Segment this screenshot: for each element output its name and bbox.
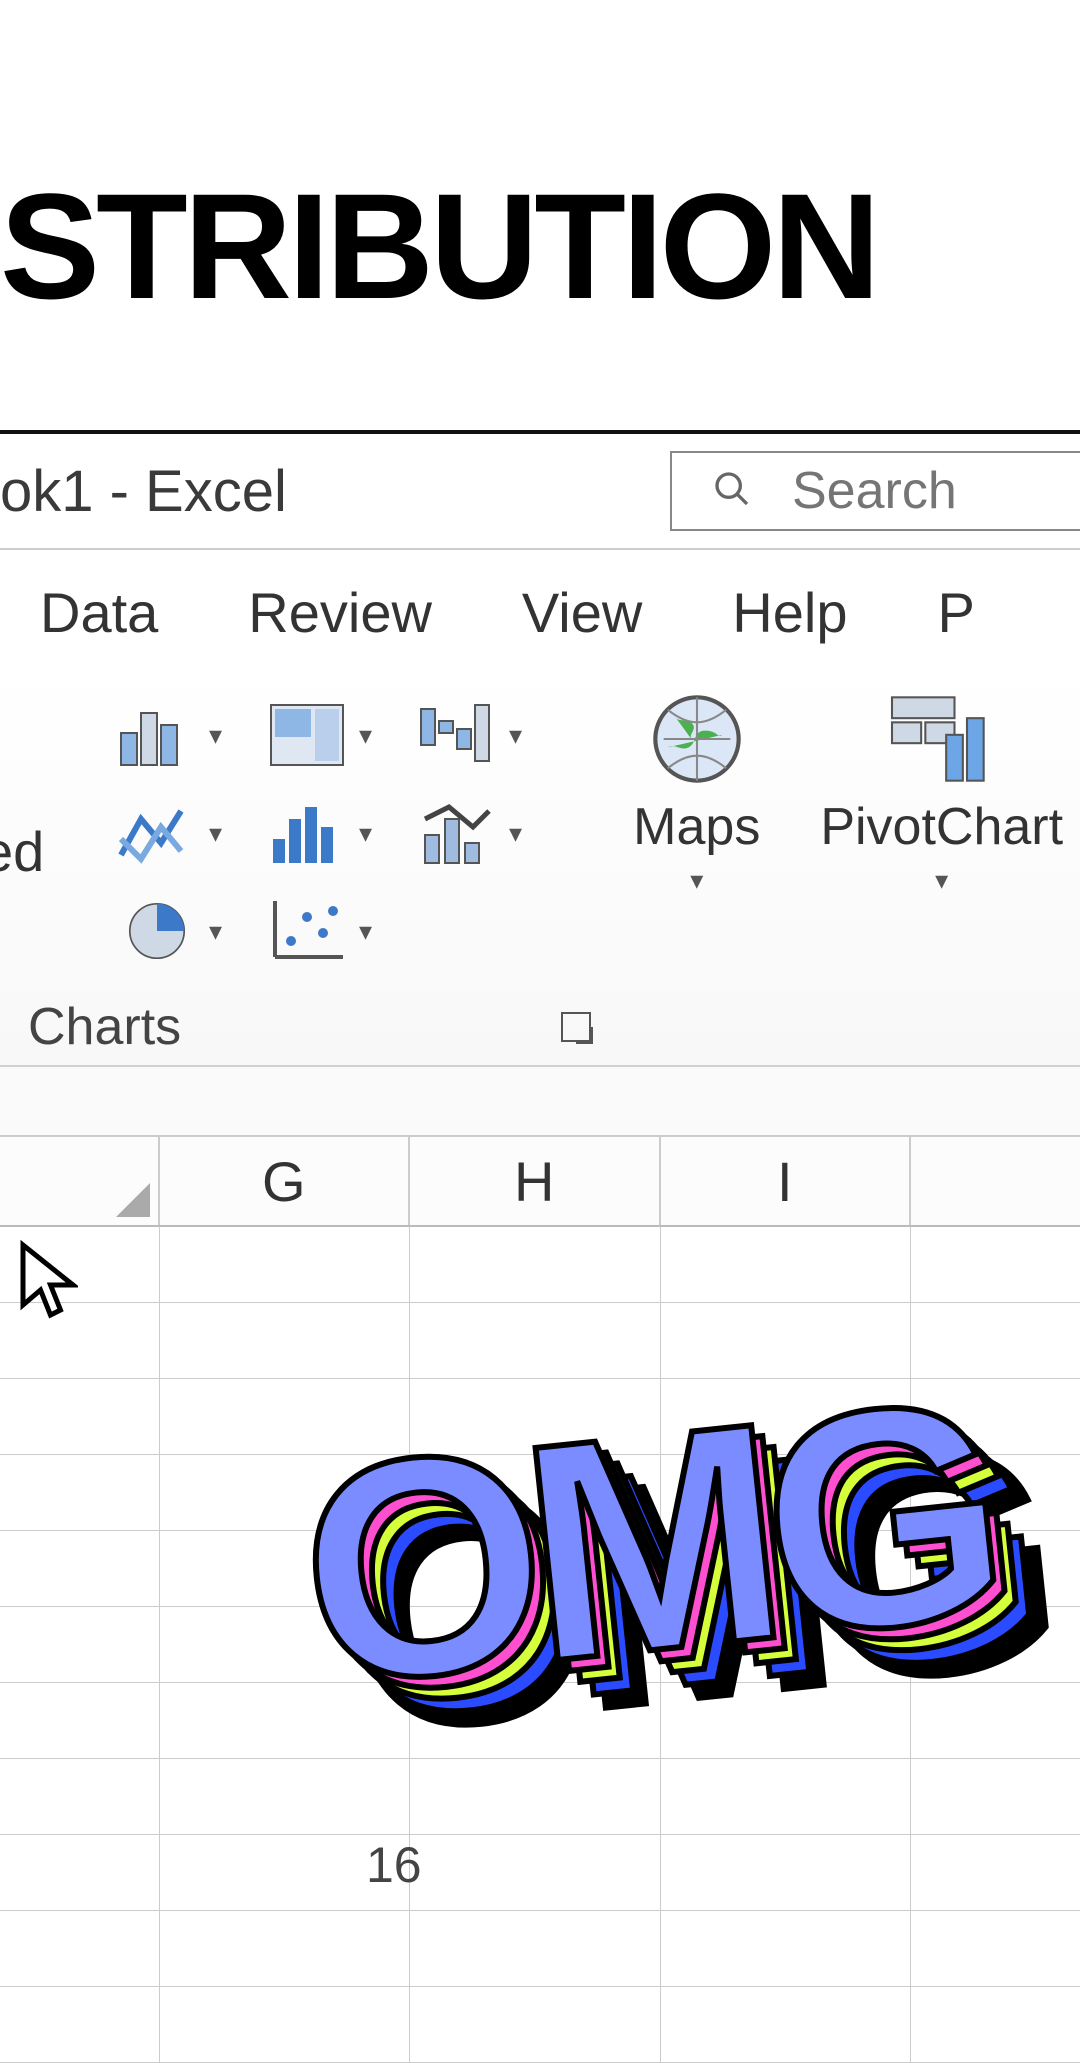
formula-bar[interactable]	[0, 1067, 1080, 1137]
chevron-down-icon: ▾	[359, 720, 372, 751]
charts-dialog-launcher[interactable]	[561, 1012, 591, 1042]
recommended-charts-fragment: ed	[0, 819, 44, 884]
maps-button[interactable]: Maps ▾	[603, 689, 790, 1057]
maps-label: Maps	[633, 797, 760, 857]
insert-line-chart-button[interactable]: ▾	[95, 787, 245, 879]
select-all-triangle[interactable]	[0, 1137, 160, 1225]
charts-group-label: Charts	[28, 997, 591, 1057]
worksheet: G H I	[0, 1137, 1080, 2063]
column-header-overflow[interactable]	[911, 1137, 1080, 1225]
page-overlay-title: STRIBUTION	[0, 160, 1080, 333]
chevron-down-icon: ▾	[935, 865, 948, 896]
chevron-down-icon: ▾	[209, 916, 222, 947]
chart-axis-tick-16: 16	[366, 1836, 422, 1894]
document-title: ok1 - Excel	[0, 458, 287, 525]
search-input[interactable]	[792, 461, 1080, 521]
ribbon-insert: ed ▾ ▾ ▾ ▾	[0, 669, 1080, 1067]
insert-pie-chart-button[interactable]: ▾	[95, 885, 245, 977]
column-header-h[interactable]: H	[410, 1137, 660, 1225]
charts-group: ▾ ▾ ▾ ▾ ▾	[28, 689, 603, 1057]
tab-data[interactable]: Data	[40, 580, 158, 645]
insert-combo-chart-button[interactable]: ▾	[395, 787, 545, 879]
insert-waterfall-chart-button[interactable]: ▾	[395, 689, 545, 781]
chevron-down-icon: ▾	[359, 916, 372, 947]
chevron-down-icon: ▾	[690, 865, 703, 896]
pivotchart-button[interactable]: PivotChart ▾	[790, 689, 1080, 1057]
column-headers: G H I	[0, 1137, 1080, 1227]
insert-hierarchy-chart-button[interactable]: ▾	[245, 689, 395, 781]
chevron-down-icon: ▾	[209, 818, 222, 849]
tab-help[interactable]: Help	[732, 580, 847, 645]
tab-view[interactable]: View	[522, 580, 642, 645]
title-bar: ok1 - Excel	[0, 430, 1080, 550]
column-header-g[interactable]: G	[160, 1137, 410, 1225]
column-header-i[interactable]: I	[661, 1137, 911, 1225]
insert-scatter-chart-button[interactable]: ▾	[245, 885, 395, 977]
pivotchart-label: PivotChart	[820, 797, 1063, 857]
ribbon-tabs: Data Review View Help P	[0, 550, 1080, 669]
insert-statistic-chart-button[interactable]: ▾	[245, 787, 395, 879]
excel-window: ok1 - Excel Data Review View Help P ed ▾	[0, 430, 1080, 2063]
tab-review[interactable]: Review	[248, 580, 432, 645]
chevron-down-icon: ▾	[209, 720, 222, 751]
chevron-down-icon: ▾	[509, 818, 522, 849]
insert-column-chart-button[interactable]: ▾	[95, 689, 245, 781]
grid-rows[interactable]	[0, 1227, 1080, 2063]
tab-partial[interactable]: P	[937, 580, 974, 645]
chevron-down-icon: ▾	[509, 720, 522, 751]
chevron-down-icon: ▾	[359, 818, 372, 849]
search-box[interactable]	[670, 451, 1080, 531]
charts-group-label-text: Charts	[28, 997, 181, 1057]
search-icon	[712, 469, 752, 514]
